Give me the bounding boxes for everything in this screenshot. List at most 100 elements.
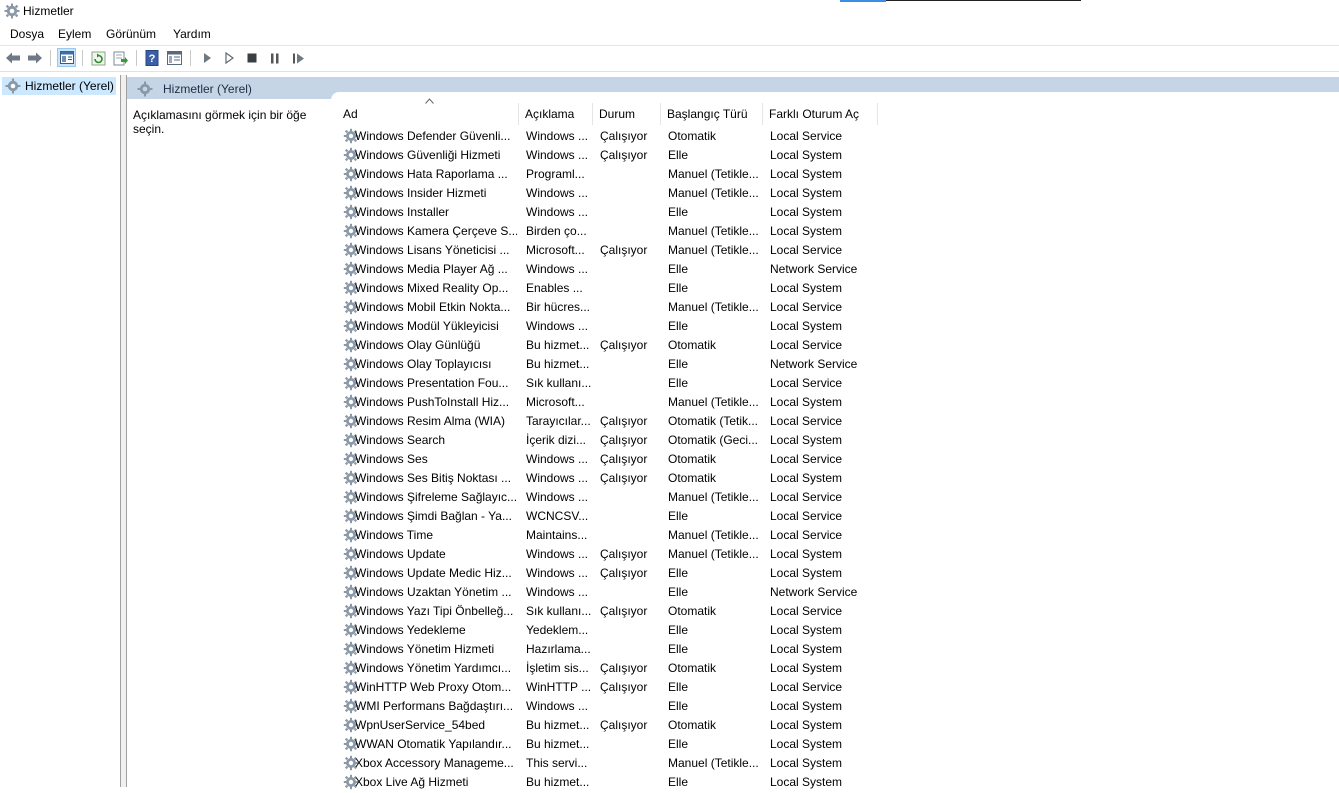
menu-yardim[interactable]: Yardım: [173, 27, 211, 41]
service-name: Windows Güvenliği Hizmeti: [355, 148, 501, 162]
service-name: Windows Mixed Reality Op...: [355, 281, 509, 295]
start-service-alt-icon[interactable]: [220, 49, 238, 67]
refresh-icon[interactable]: [89, 49, 107, 67]
service-row[interactable]: Windows Update Medic Hiz... Windows ... Ça…: [337, 564, 897, 583]
service-row[interactable]: Windows Mixed Reality Op... Enables ... El…: [337, 279, 897, 298]
service-row[interactable]: Windows Yönetim Hizmeti Hazırlama... Elle L…: [337, 640, 897, 659]
restart-service-icon[interactable]: [289, 49, 307, 67]
service-row[interactable]: Windows Insider Hizmeti Windows ... Manuel…: [337, 184, 897, 203]
service-row[interactable]: Windows Resim Alma (WIA) Tarayıcılar... Ça…: [337, 412, 897, 431]
service-row[interactable]: Windows Olay Günlüğü Bu hizmet... Çalışıyo…: [337, 336, 897, 355]
service-description: This servi...: [526, 756, 588, 770]
service-row[interactable]: Windows Ses Bitiş Noktası ... Windows ...…: [337, 469, 897, 488]
service-description: Windows ...: [526, 471, 589, 485]
menu-dosya[interactable]: Dosya: [10, 27, 44, 41]
service-row[interactable]: Windows Search İçerik dizi... Çalışıyor Oto…: [337, 431, 897, 450]
service-name: Windows Ses Bitiş Noktası ...: [355, 471, 512, 485]
stop-service-icon[interactable]: [243, 49, 261, 67]
service-row[interactable]: Windows Yedekleme Yedeklem... Elle Local Sy…: [337, 621, 897, 640]
back-arrow-icon[interactable]: [4, 49, 22, 67]
service-startup-type: Manuel (Tetikle...: [668, 167, 759, 181]
service-row[interactable]: Windows Update Windows ... Çalışıyor Manuel…: [337, 545, 897, 564]
service-row[interactable]: WMI Performans Bağdaştırı... Windows ... E…: [337, 697, 897, 716]
service-row[interactable]: WpnUserService_54bed Bu hizmet... Çalışıyo…: [337, 716, 897, 735]
export-list-icon[interactable]: [111, 49, 129, 67]
service-row[interactable]: Windows Installer Windows ... Elle Local Sy…: [337, 203, 897, 222]
services-gear-icon: [4, 3, 20, 22]
service-row[interactable]: Windows PushToInstall Hiz... Microsoft...…: [337, 393, 897, 412]
service-log-on-as: Network Service: [770, 357, 858, 371]
service-startup-type: Elle: [668, 680, 689, 694]
service-startup-type: Elle: [668, 737, 689, 751]
service-log-on-as: Local System: [770, 623, 843, 637]
service-row[interactable]: Windows Yazı Tipi Önbelleğ... Sık kullanı…: [337, 602, 897, 621]
services-gear-icon: [5, 78, 21, 94]
service-description: Windows ...: [526, 566, 589, 580]
show-hide-console-tree-icon[interactable]: [57, 48, 76, 67]
service-row[interactable]: Windows Ses Windows ... Çalışıyor Otomatik L…: [337, 450, 897, 469]
column-header-log-on-as[interactable]: Farklı Oturum Aç: [763, 103, 878, 125]
properties-view-icon[interactable]: [165, 49, 183, 67]
service-startup-type: Elle: [668, 376, 689, 390]
service-startup-type: Elle: [668, 319, 689, 333]
service-row[interactable]: Windows Defender Güvenli... Windows ... Ça…: [337, 127, 897, 146]
service-log-on-as: Local System: [770, 281, 843, 295]
service-status: Çalışıyor: [600, 471, 648, 485]
service-row[interactable]: Windows Şifreleme Sağlayıc... Windows ...…: [337, 488, 897, 507]
service-description: WCNCSV...: [526, 509, 589, 523]
service-row[interactable]: Windows Yönetim Yardımcı... İşletim sis..…: [337, 659, 897, 678]
tree-item-services-local[interactable]: Hizmetler (Yerel): [2, 77, 116, 95]
service-name: Windows Time: [355, 528, 434, 542]
service-log-on-as: Local System: [770, 471, 843, 485]
service-log-on-as: Local Service: [770, 243, 843, 257]
service-startup-type: Manuel (Tetikle...: [668, 528, 759, 542]
column-header-status[interactable]: Durum: [593, 103, 661, 125]
service-name: Windows Search: [355, 433, 446, 447]
column-header-description[interactable]: Açıklama: [519, 103, 593, 125]
service-row[interactable]: Windows Presentation Fou... Sık kullanı..…: [337, 374, 897, 393]
service-description: Microsoft...: [526, 395, 585, 409]
service-row[interactable]: Xbox Live Ağ Hizmeti Bu hizmet... Elle Loca…: [337, 773, 897, 792]
service-description: İşletim sis...: [526, 661, 589, 675]
toolbar-separator: [136, 50, 137, 66]
service-row[interactable]: Windows Lisans Yöneticisi ... Microsoft..…: [337, 241, 897, 260]
service-row[interactable]: Windows Modül Yükleyicisi Windows ... Elle…: [337, 317, 897, 336]
service-log-on-as: Local System: [770, 148, 843, 162]
service-startup-type: Manuel (Tetikle...: [668, 395, 759, 409]
service-row[interactable]: Windows Hata Raporlama ... Programl... Man…: [337, 165, 897, 184]
service-log-on-as: Local Service: [770, 604, 843, 618]
menu-gorunum[interactable]: Görünüm: [106, 27, 156, 41]
start-service-icon[interactable]: [198, 49, 216, 67]
column-header-name[interactable]: Ad: [337, 98, 519, 125]
service-row[interactable]: WWAN Otomatik Yapılandır... Bu hizmet... E…: [337, 735, 897, 754]
column-header-startup-type[interactable]: Başlangıç Türü: [661, 103, 763, 125]
service-description: Tarayıcılar...: [526, 414, 591, 428]
service-log-on-as: Network Service: [770, 262, 858, 276]
service-name: Windows Kamera Çerçeve S...: [355, 224, 517, 238]
service-name: Xbox Accessory Manageme...: [355, 756, 514, 770]
sort-ascending-icon: [425, 97, 434, 106]
menu-eylem[interactable]: Eylem: [58, 27, 91, 41]
service-row[interactable]: Windows Uzaktan Yönetim ... Windows ... El…: [337, 583, 897, 602]
service-startup-type: Elle: [668, 509, 689, 523]
service-startup-type: Manuel (Tetikle...: [668, 490, 759, 504]
pause-service-icon[interactable]: [266, 49, 284, 67]
service-row[interactable]: Windows Kamera Çerçeve S... Birden ço... M…: [337, 222, 897, 241]
service-row[interactable]: WinHTTP Web Proxy Otom... WinHTTP ... Çalı…: [337, 678, 897, 697]
service-row[interactable]: Windows Olay Toplayıcısı Bu hizmet... Elle…: [337, 355, 897, 374]
service-name: Windows Hata Raporlama ...: [355, 167, 508, 181]
service-name: Windows Ses: [355, 452, 428, 466]
service-startup-type: Otomatik (Tetik...: [668, 414, 759, 428]
service-description: Windows ...: [526, 452, 589, 466]
service-name: Windows Şimdi Bağlan - Ya...: [355, 509, 512, 523]
service-row[interactable]: Windows Güvenliği Hizmeti Windows ... Çalı…: [337, 146, 897, 165]
help-icon[interactable]: ?: [143, 49, 161, 67]
service-log-on-as: Local System: [770, 186, 843, 200]
forward-arrow-icon[interactable]: [26, 49, 44, 67]
service-log-on-as: Local Service: [770, 300, 843, 314]
service-row[interactable]: Windows Media Player Ağ ... Windows ... El…: [337, 260, 897, 279]
service-row[interactable]: Windows Time Maintains... Manuel (Tetikle.…: [337, 526, 897, 545]
service-row[interactable]: Windows Şimdi Bağlan - Ya... WCNCSV... Ell…: [337, 507, 897, 526]
service-row[interactable]: Windows Mobil Etkin Nokta... Bir hücres..…: [337, 298, 897, 317]
service-row[interactable]: Xbox Accessory Manageme... This servi... M…: [337, 754, 897, 773]
